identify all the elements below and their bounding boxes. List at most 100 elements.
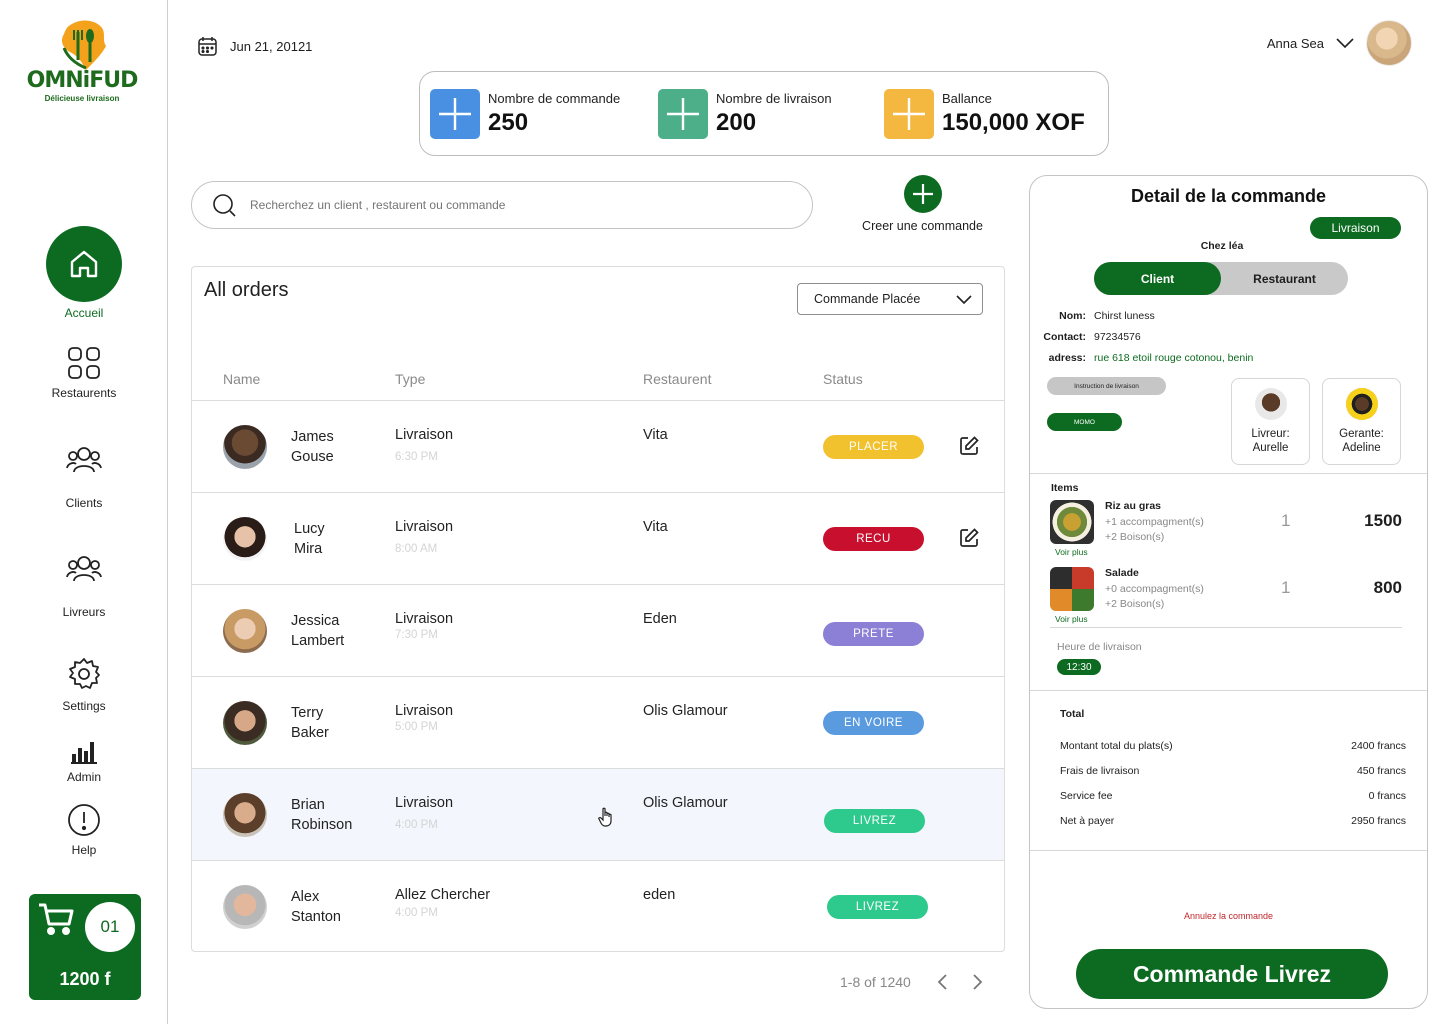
delivery-time-badge: 12:30 [1057,659,1101,675]
cart-count: 01 [85,902,135,952]
nav-admin[interactable]: Admin [0,740,168,784]
user-name: Anna Sea [1266,35,1324,51]
delivery-instruction-button[interactable]: Instruction de livraison [1047,377,1166,395]
brand-tagline: Délicieuse livraison [44,94,120,103]
gerante-name: Adeline [1342,442,1381,454]
client-name: Chirst luness [1094,310,1155,322]
status-badge[interactable]: LIVREZ [827,895,928,919]
edit-icon[interactable] [958,435,980,462]
next-page-button[interactable] [973,974,983,990]
customer-name: Brian Robinson [291,797,353,833]
riders-icon [0,553,168,585]
africa-logo-icon [62,20,106,70]
confirm-delivery-button[interactable]: Commande Livrez [1076,949,1388,999]
brand-logo[interactable]: OMNiFUD Délicieuse livraison [22,18,142,108]
cancel-order-link[interactable]: Annulez la commande [1030,911,1427,921]
help-icon [0,803,168,837]
cart-total: 1200 f [59,969,111,989]
table-row[interactable]: Terry Baker Livraison 5:00 PM Olis Glamou… [192,677,1004,769]
total-row: Montant total du plats(s) 2400 francs [1060,740,1406,752]
search-input[interactable] [250,198,770,212]
order-time: 4:00 PM [395,819,438,831]
bar-chart-icon [0,740,168,764]
pagination: 1-8 of 1240 [840,974,983,990]
brand-name: OMNiFUD [26,68,139,93]
order-time: 6:30 PM [395,451,438,463]
avatar [1254,388,1287,420]
nav-label: Admin [66,770,101,784]
restaurant-name: Vita [643,519,668,535]
tab-client[interactable]: Client [1094,262,1221,295]
stat-commandes: Nombre de commande 250 [430,88,658,139]
gerante-card[interactable]: Gerante: Adeline [1322,378,1401,465]
chevron-down-icon [956,294,972,304]
filter-value: Commande Placée [814,292,921,306]
total-heading: Total [1060,708,1085,720]
order-type: Livraison [395,795,454,811]
stat-value: 200 [716,108,757,136]
cart-widget[interactable]: 01 1200 f [29,894,141,1000]
status-badge[interactable]: PLACER [823,435,924,459]
divider [1050,627,1402,628]
restaurant-name: Olis Glamour [643,703,728,719]
stat-value: 250 [488,108,529,136]
view-more-link[interactable]: Voir plus [1055,547,1088,557]
nav-restaurents[interactable]: Restaurents [0,346,168,400]
status-badge[interactable]: EN VOIRE [823,711,924,735]
stat-label: Ballance [942,90,992,106]
tab-restaurant[interactable]: Restaurant [1221,262,1348,295]
gear-icon [0,657,168,691]
column-header[interactable]: Status [823,371,863,387]
user-menu[interactable]: Anna Sea [1267,20,1412,66]
total-row: Service fee 0 francs [1060,790,1406,802]
table-row[interactable]: Jessica Lambert Livraison 7:30 PM Eden PR… [192,585,1004,677]
view-more-link[interactable]: Voir plus [1055,614,1088,624]
restaurant-place: Chez léa [1200,240,1244,252]
nav-help[interactable]: Help [0,803,168,857]
nav-accueil[interactable]: Accueil [0,226,168,320]
customer-name: James Gouse [291,429,334,465]
dish-image [1050,500,1094,544]
divider [1030,473,1427,474]
field-label: Nom: [1059,310,1086,322]
create-order-label: Creer une commande [862,219,983,233]
order-item: Voir plus Riz au gras +1 accompagment(s)… [1050,500,1402,562]
column-header[interactable]: Type [395,371,425,387]
status-filter-select[interactable]: Commande Placée [797,283,983,315]
dish-quantity: 1 [1281,578,1291,597]
users-icon [0,444,168,476]
prev-page-button[interactable] [937,974,947,990]
avatar [1366,20,1412,66]
table-row[interactable]: James Gouse Livraison 6:30 PM Vita PLACER [192,401,1004,493]
detail-tabs: Client Restaurant [1094,262,1348,295]
nav-clients[interactable]: Clients [0,444,168,510]
restaurant-name: Eden [643,611,677,627]
table-row[interactable]: Brian Robinson Livraison 4:00 PM Olis Gla… [192,769,1004,861]
table-row[interactable]: Alex Stanton Allez Chercher 4:00 PM eden … [192,861,1004,953]
status-badge[interactable]: PRETE [823,622,924,646]
livreur-role: Livreur: [1251,428,1290,440]
order-time: 7:30 PM [395,629,438,641]
status-badge[interactable]: LIVREZ [824,809,925,833]
payment-method-badge: MOMO [1047,413,1122,431]
table-row[interactable]: Lucy Mira Livraison 8:00 AM Vita RECU [192,493,1004,585]
edit-icon[interactable] [958,527,980,554]
column-header[interactable]: Name [223,371,260,387]
livreur-card[interactable]: Livreur: Aurelle [1231,378,1310,465]
search-bar[interactable] [191,181,813,229]
customer-name: Lucy Mira [294,521,325,557]
column-header[interactable]: Restaurent [643,371,711,387]
orders-table: All orders Commande Placée Name Type Res… [191,266,1005,952]
nav-livreurs[interactable]: Livreurs [0,553,168,619]
grid-icon [0,346,168,380]
field-label: adress: [1048,352,1086,364]
date-display: Jun 21, 20121 [197,36,312,57]
order-type: Livraison [395,427,454,443]
total-row: Frais de livraison 450 francs [1060,765,1406,777]
total-row: Net à payer 2950 francs [1060,815,1406,827]
nav-settings[interactable]: Settings [0,657,168,713]
stat-value: 150,000 XOF [942,108,1085,136]
create-order-button[interactable]: Creer une commande [850,175,995,233]
status-badge[interactable]: RECU [823,527,924,551]
gerante-role: Gerante: [1339,428,1384,440]
